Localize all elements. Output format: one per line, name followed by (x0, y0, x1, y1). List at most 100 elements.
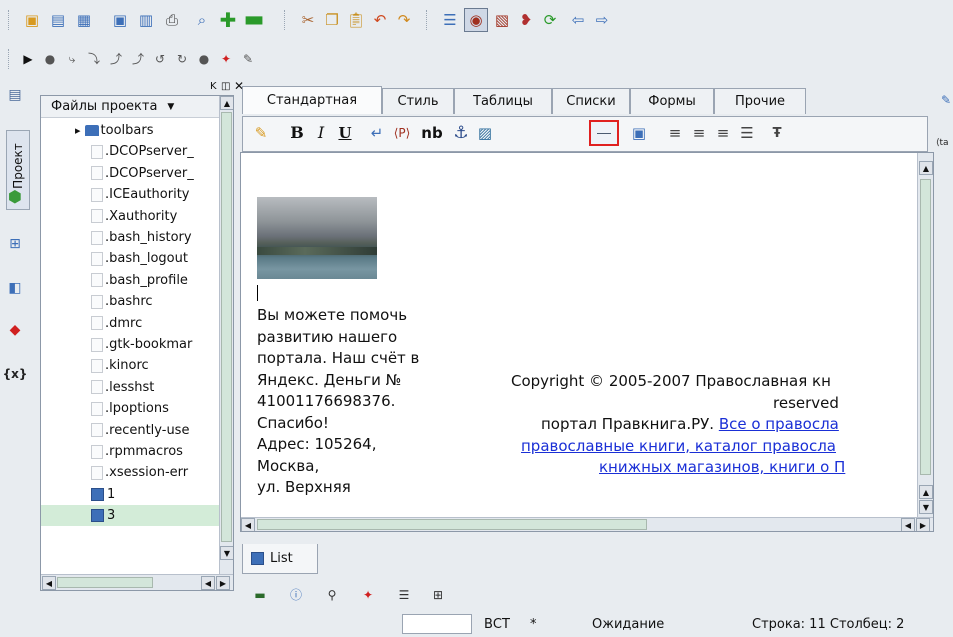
tab-1[interactable]: Стиль (382, 88, 454, 114)
doc-hscroll-thumb[interactable] (257, 519, 647, 530)
align-center-icon[interactable]: ≡ (689, 123, 709, 143)
spellcheck-icon[interactable]: ❥ (516, 10, 536, 30)
view-preview-icon[interactable]: ◉ (464, 8, 488, 32)
step-out-icon[interactable]: ⤴ (108, 51, 124, 67)
quick-start-icon[interactable]: ✎ (251, 123, 271, 143)
tree-file-row[interactable]: .lpoptions (41, 398, 219, 419)
back-icon[interactable]: ⇦ (568, 10, 588, 30)
status-input-box[interactable] (402, 614, 472, 634)
document-tab-list[interactable]: List (242, 544, 318, 574)
text-size-icon[interactable]: Ŧ (767, 123, 787, 143)
tree-vertical-scrollbar[interactable]: ▲ ▼ (219, 96, 233, 574)
restore-panel-icon[interactable]: ◫ (221, 81, 230, 92)
align-right-icon[interactable]: ≡ (713, 123, 733, 143)
anchor-icon[interactable]: ⚓ (451, 123, 471, 143)
list-icon[interactable]: ☰ (396, 587, 412, 603)
open-file-icon[interactable]: ▦ (74, 10, 94, 30)
tree-file-row[interactable]: .DCOPserver_ (41, 141, 219, 162)
stop-icon[interactable]: ● (196, 51, 212, 67)
tree-file-row[interactable]: .gtk-bookmar (41, 334, 219, 355)
run-icon[interactable]: ▶ (20, 51, 36, 67)
preview-icon[interactable]: ⌕ (192, 10, 212, 30)
italic-button[interactable]: I (311, 123, 331, 143)
step-over-icon[interactable]: ⤵ (86, 51, 102, 67)
tree-file-row[interactable]: .bash_history (41, 227, 219, 248)
tree-file-row[interactable]: .kinorc (41, 355, 219, 376)
view-split-icon[interactable]: ▧ (492, 10, 512, 30)
bookmark-pin-icon[interactable]: ✦ (360, 587, 376, 603)
tab-0[interactable]: Стандартная (242, 86, 382, 114)
toolbar-grip[interactable] (8, 49, 11, 69)
open-project-icon[interactable]: ▤ (48, 10, 68, 30)
scroll-thumb[interactable] (221, 112, 232, 542)
document-vertical-scrollbar[interactable]: ▲ ▲ ▼ (917, 153, 933, 517)
doc-scroll-down-button[interactable]: ▼ (919, 500, 933, 514)
tree-folder-row[interactable]: ▸ toolbars (41, 120, 219, 141)
info-icon[interactable]: ⓘ (288, 587, 304, 603)
link-check-icon[interactable]: ⚲ (324, 587, 340, 603)
doc-scroll-up-button-2[interactable]: ▲ (919, 485, 933, 499)
view-source-icon[interactable]: ☰ (440, 10, 460, 30)
tree-file-row[interactable]: .bashrc (41, 291, 219, 312)
structure-tree-icon[interactable]: ⊞ (430, 587, 446, 603)
scroll-left-button-2[interactable]: ◀ (201, 576, 215, 590)
tab-5[interactable]: Прочие (714, 88, 806, 114)
doc-scroll-left-button[interactable]: ◀ (241, 518, 255, 531)
copy-icon[interactable]: ❐ (322, 10, 342, 30)
paragraph-button[interactable]: ⟨P⟩ (389, 123, 415, 143)
breakpoint-icon[interactable]: ● (42, 51, 58, 67)
tree-file-row[interactable]: .Xauthority (41, 206, 219, 227)
nbsp-button[interactable]: nb (419, 123, 445, 143)
variables-icon[interactable]: {x} (3, 362, 28, 386)
scroll-left-button[interactable]: ◀ (42, 576, 56, 590)
document-view[interactable]: Вы можете помочь развитию нашего портала. … (240, 152, 934, 532)
forward-icon[interactable]: ⇨ (592, 10, 612, 30)
tab-3[interactable]: Списки (552, 88, 630, 114)
doc-scroll-up-button[interactable]: ▲ (919, 161, 933, 175)
attributes-icon[interactable]: ◆ (4, 318, 26, 342)
tree-file-row[interactable]: 1 (41, 484, 219, 505)
tree-file-row[interactable]: .xsession-err (41, 462, 219, 483)
tree-file-row[interactable]: .bash_logout (41, 248, 219, 269)
reload-icon[interactable]: ⟳ (540, 10, 560, 30)
doc-scroll-thumb[interactable] (920, 179, 931, 475)
tag-icon[interactable]: ⟨ta (936, 138, 949, 148)
link-orthodox-books[interactable]: православные книги, каталог правосла (521, 437, 836, 455)
link-bookstores[interactable]: книжных магазинов, книги о П (599, 458, 845, 476)
align-justify-icon[interactable]: ☰ (737, 123, 757, 143)
tool-icon[interactable]: ✎ (240, 51, 256, 67)
cut-icon[interactable]: ✂ (298, 10, 318, 30)
align-left-icon[interactable]: ≡ (665, 123, 685, 143)
print-icon[interactable]: ⎙ (162, 10, 182, 30)
project-files-header[interactable]: Файлы проекта ▼ (41, 96, 219, 118)
add-icon[interactable]: ✚ (218, 10, 238, 30)
templates-icon[interactable]: ⊞ (4, 232, 26, 256)
tree-horizontal-scrollbar[interactable]: ◀ ◀ ▶ (41, 574, 233, 590)
tree-file-row[interactable]: .dmrc (41, 313, 219, 334)
undo-icon[interactable]: ↶ (370, 10, 390, 30)
tree-file-row[interactable]: .recently-use (41, 420, 219, 441)
hscroll-thumb[interactable] (57, 577, 153, 588)
tree-file-row[interactable]: .lesshst (41, 377, 219, 398)
underline-button[interactable]: U (335, 123, 355, 143)
horizontal-rule-button[interactable] (589, 120, 619, 146)
project-colors-icon[interactable]: ⬢ (4, 184, 26, 208)
insert-image-icon[interactable]: ▨ (473, 123, 497, 143)
scroll-down-button[interactable]: ▼ (220, 546, 233, 560)
tree-file-row[interactable]: .rpmmacros (41, 441, 219, 462)
float-panel-icon[interactable]: K (210, 81, 217, 92)
toolbar-grip[interactable] (8, 10, 11, 30)
tab-2[interactable]: Таблицы (454, 88, 552, 114)
remove-icon[interactable]: ▬ (244, 9, 265, 31)
document-horizontal-scrollbar[interactable]: ◀ ◀ ▶ (241, 517, 933, 531)
bold-button[interactable]: B (287, 123, 307, 143)
tab-4[interactable]: Формы (630, 88, 714, 114)
tree-file-row[interactable]: .DCOPserver_ (41, 163, 219, 184)
return-icon[interactable]: ↻ (174, 51, 190, 67)
panel-menu-icon[interactable]: ▤ (4, 83, 26, 107)
debug-pin-icon[interactable]: ✦ (218, 51, 234, 67)
tree-file-row[interactable]: .bash_profile (41, 270, 219, 291)
structure-icon[interactable]: ◧ (4, 276, 26, 300)
save-all-icon[interactable]: ▥ (136, 10, 156, 30)
step-out2-icon[interactable]: ⤴ (130, 51, 146, 67)
